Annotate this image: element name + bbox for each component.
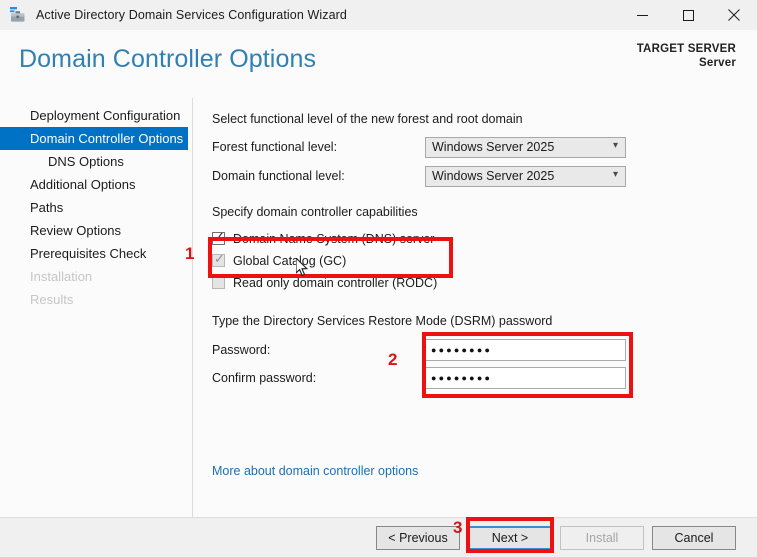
dsrm-password-section: Type the Directory Services Restore Mode… bbox=[212, 314, 757, 390]
sidebar-item-deployment-configuration[interactable]: Deployment Configuration bbox=[0, 104, 192, 127]
wizard-content: Select functional level of the new fores… bbox=[193, 98, 757, 517]
sidebar-item-additional-options[interactable]: Additional Options bbox=[0, 173, 192, 196]
install-button: Install bbox=[560, 525, 644, 550]
cancel-button[interactable]: Cancel bbox=[652, 525, 736, 550]
next-button[interactable]: Next > bbox=[468, 525, 552, 550]
dsrm-confirm-row: Confirm password: ●●●●●●●● bbox=[212, 366, 757, 390]
global-catalog-checkbox: ✓ bbox=[212, 251, 225, 267]
dsrm-password-input[interactable]: ●●●●●●●● bbox=[425, 339, 626, 361]
sidebar-item-results: Results bbox=[30, 292, 74, 307]
capabilities-heading: Specify domain controller capabilities bbox=[212, 205, 418, 219]
sidebar-item-domain-controller-options[interactable]: Domain Controller Options bbox=[0, 127, 188, 150]
window-controls bbox=[619, 0, 757, 30]
sidebar-item-installation: Installation bbox=[30, 269, 93, 284]
sidebar-item-dns-options[interactable]: DNS Options bbox=[0, 150, 192, 173]
check-icon: ✓ bbox=[214, 229, 225, 244]
wizard-body: Deployment Configuration Domain Controll… bbox=[0, 98, 757, 517]
previous-button[interactable]: < Previous bbox=[376, 525, 460, 550]
annotation-number-3: 3 bbox=[453, 518, 463, 537]
maximize-icon[interactable] bbox=[665, 0, 711, 30]
capability-row-global-catalog: ✓ Global Catalog (GC) bbox=[212, 251, 757, 270]
sidebar-item-prerequisites-check[interactable]: Prerequisites Check bbox=[0, 242, 192, 265]
functional-level-heading: Select functional level of the new fores… bbox=[212, 112, 523, 126]
ad-wizard-icon bbox=[9, 6, 27, 24]
dsrm-password-row: Password: ●●●●●●●● bbox=[212, 338, 757, 362]
domain-functional-level-row: Domain functional level: Windows Server … bbox=[212, 165, 757, 187]
forest-functional-level-label: Forest functional level: bbox=[212, 140, 338, 154]
capability-row-dns[interactable]: ✓ Domain Name System (DNS) server bbox=[212, 229, 757, 248]
forest-functional-level-select[interactable]: Windows Server 2025 ▾ bbox=[425, 136, 626, 158]
title-bar: Active Directory Domain Services Configu… bbox=[0, 0, 757, 30]
target-server-name: Server bbox=[698, 57, 736, 69]
dns-server-label: Domain Name System (DNS) server bbox=[233, 231, 435, 246]
rodc-checkbox bbox=[212, 276, 225, 289]
forest-functional-level-row: Forest functional level: Windows Server … bbox=[212, 136, 757, 158]
chevron-down-icon: ▾ bbox=[612, 139, 618, 151]
global-catalog-label: Global Catalog (GC) bbox=[233, 253, 347, 268]
minimize-icon[interactable] bbox=[619, 0, 665, 30]
target-server-info: TARGET SERVER Server bbox=[637, 42, 736, 70]
forest-functional-level-value: Windows Server 2025 bbox=[432, 140, 555, 154]
domain-controller-capabilities: Specify domain controller capabilities ✓… bbox=[212, 205, 757, 292]
chevron-down-icon: ▾ bbox=[612, 168, 618, 180]
wizard-footer: < Previous Next > Install Cancel bbox=[0, 517, 757, 557]
sidebar-item-paths[interactable]: Paths bbox=[0, 196, 192, 219]
annotation-number-2: 2 bbox=[388, 350, 398, 369]
close-icon[interactable] bbox=[711, 0, 757, 30]
more-about-domain-controller-options-link[interactable]: More about domain controller options bbox=[212, 464, 418, 478]
rodc-label: Read only domain controller (RODC) bbox=[233, 275, 438, 290]
page-header: Domain Controller Options TARGET SERVER … bbox=[0, 30, 757, 98]
dsrm-confirm-input[interactable]: ●●●●●●●● bbox=[425, 367, 626, 389]
dsrm-heading: Type the Directory Services Restore Mode… bbox=[212, 314, 553, 328]
domain-functional-level-select[interactable]: Windows Server 2025 ▾ bbox=[425, 165, 626, 187]
window-title: Active Directory Domain Services Configu… bbox=[36, 8, 347, 22]
target-server-label: TARGET SERVER bbox=[636, 43, 736, 55]
page-title: Domain Controller Options bbox=[19, 45, 317, 73]
annotation-number-1: 1 bbox=[185, 244, 195, 263]
domain-functional-level-label: Domain functional level: bbox=[212, 169, 345, 183]
dsrm-confirm-label: Confirm password: bbox=[212, 371, 317, 385]
wizard-navigation: Deployment Configuration Domain Controll… bbox=[0, 98, 193, 517]
wizard-window: Active Directory Domain Services Configu… bbox=[0, 0, 757, 557]
sidebar-item-review-options[interactable]: Review Options bbox=[0, 219, 192, 242]
dns-server-checkbox[interactable]: ✓ bbox=[212, 229, 225, 245]
capability-row-rodc: Read only domain controller (RODC) bbox=[212, 273, 757, 292]
domain-functional-level-value: Windows Server 2025 bbox=[432, 169, 555, 183]
check-icon: ✓ bbox=[214, 251, 225, 266]
